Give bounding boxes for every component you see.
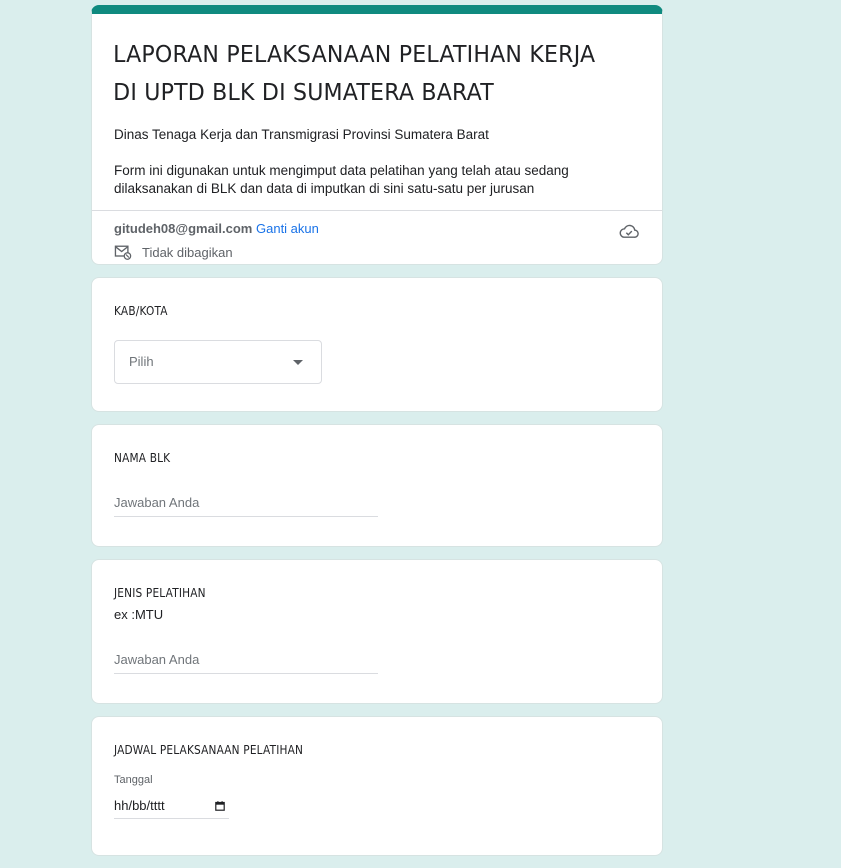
dropdown-arrow-icon	[293, 360, 303, 365]
not-shared-label: Tidak dibagikan	[142, 244, 233, 260]
form-title: LAPORAN PELAKSANAAN PELATIHAN KERJA DI U…	[113, 42, 596, 106]
dropdown-selected-value: Pilih	[129, 354, 154, 369]
question-title: NAMA BLK	[114, 451, 171, 465]
account-email: gitudeh08@gmail.com	[114, 221, 253, 236]
account-row: gitudeh08@gmail.com Ganti akun	[92, 211, 662, 238]
question-card-kab-kota: KAB/KOTA Pilih	[91, 277, 663, 412]
date-input[interactable]: hh/bb/tttt	[114, 798, 229, 819]
form-header-card: LAPORAN PELAKSANAAN PELATIHAN KERJA DI U…	[91, 5, 663, 265]
date-label: Tanggal	[114, 774, 153, 786]
mail-not-shared-icon	[114, 245, 132, 260]
date-placeholder: hh/bb/tttt	[114, 798, 165, 813]
question-title: KAB/KOTA	[114, 304, 168, 318]
question-card-jadwal: JADWAL PELAKSANAAN PELATIHAN Tanggal hh/…	[91, 716, 663, 856]
question-title: JADWAL PELAKSANAAN PELATIHAN	[114, 743, 304, 757]
jenis-pelatihan-input[interactable]	[114, 652, 378, 674]
calendar-icon[interactable]	[215, 800, 225, 811]
form-description: Form ini digunakan untuk mengimput data …	[114, 163, 569, 196]
form-organization: Dinas Tenaga Kerja dan Transmigrasi Prov…	[114, 127, 489, 142]
question-card-jenis-pelatihan: JENIS PELATIHAN ex :MTU	[91, 559, 663, 704]
question-title: JENIS PELATIHAN	[114, 586, 206, 600]
not-shared-row: Tidak dibagikan	[92, 236, 662, 260]
nama-blk-input[interactable]	[114, 495, 378, 517]
switch-account-link[interactable]: Ganti akun	[256, 221, 319, 236]
form-container: LAPORAN PELAKSANAAN PELATIHAN KERJA DI U…	[91, 5, 663, 868]
question-description: ex :MTU	[114, 607, 164, 622]
question-card-nama-blk: NAMA BLK	[91, 424, 663, 547]
cloud-saved-icon	[619, 224, 639, 238]
kab-kota-dropdown[interactable]: Pilih	[114, 340, 322, 384]
